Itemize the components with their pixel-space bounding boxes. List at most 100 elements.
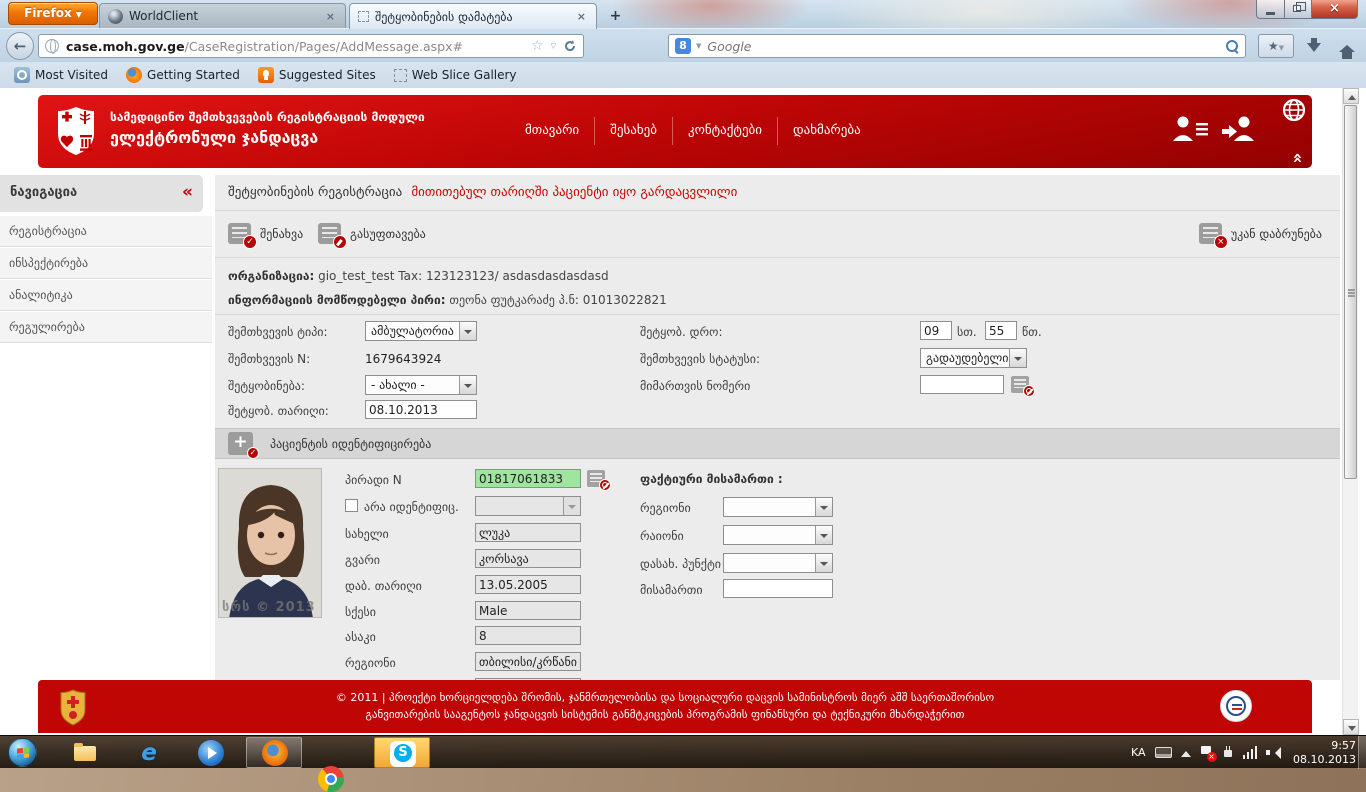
nav-item-about[interactable]: შესახებ (594, 117, 672, 145)
page-scrollbar[interactable] (1342, 88, 1358, 735)
scroll-up-button[interactable] (1343, 88, 1359, 104)
addr-settlement-label: დასახ. პუნქტი (640, 557, 721, 571)
start-button[interactable] (8, 738, 37, 767)
hour-unit-label: სთ. (957, 325, 977, 339)
new-tab-button[interactable]: + (603, 7, 628, 26)
hour-input[interactable] (920, 321, 952, 340)
tab-close-icon[interactable]: × (324, 10, 337, 23)
bookmark-most-visited[interactable]: Most Visited (6, 64, 116, 86)
search-engine-dropdown-icon[interactable]: ▼ (696, 42, 701, 50)
search-bar[interactable]: 8 ▼ (668, 34, 1246, 58)
collapse-header-chevron-icon[interactable]: « (1288, 153, 1308, 162)
tab-add-message[interactable]: შეტყობინების დამატება × (349, 3, 597, 29)
network-signal-icon[interactable] (1243, 746, 1258, 759)
bookmark-getting-started[interactable]: Getting Started (118, 64, 248, 86)
power-icon[interactable] (1222, 746, 1234, 759)
last-name-input[interactable] (475, 549, 581, 568)
chevron-down-icon (459, 376, 476, 394)
photo-watermark: სრს © 2013 (222, 600, 316, 615)
identification-select[interactable] (475, 496, 581, 516)
scroll-down-button[interactable] (1343, 719, 1359, 735)
personal-number-check-icon[interactable] (587, 470, 605, 487)
restore-button[interactable] (1285, 0, 1312, 19)
url-bar[interactable]: case.moh.gov.ge/CaseRegistration/Pages/A… (38, 34, 584, 58)
search-icon[interactable] (1226, 40, 1239, 53)
bookmark-web-slice-gallery[interactable]: Web Slice Gallery (386, 64, 525, 86)
sidebar-item-registration[interactable]: რეგისტრაცია (0, 216, 212, 247)
sidebar-item-regulation[interactable]: რეგულირება (0, 312, 212, 343)
bookmark-label: Suggested Sites (279, 68, 376, 82)
sidebar-collapse-icon[interactable]: « (182, 182, 191, 202)
nav-item-main[interactable]: მთავარი (510, 117, 594, 145)
language-globe-icon[interactable] (1280, 97, 1308, 123)
patient-region-input[interactable] (475, 652, 581, 671)
sex-input[interactable] (475, 601, 581, 620)
tray-clock[interactable]: 9:57 08.10.2013 (1293, 739, 1356, 767)
chrome-taskbar-button[interactable] (318, 766, 344, 792)
referral-check-icon[interactable] (1011, 376, 1029, 393)
site-identity-globe-icon[interactable] (45, 39, 59, 53)
first-name-input[interactable] (475, 523, 581, 542)
sidebar-header: ნავიგაცია « (0, 175, 203, 212)
addr-district-select[interactable] (723, 525, 833, 545)
scrollbar-thumb[interactable] (1344, 105, 1357, 479)
personal-number-label: პირადი N (345, 473, 402, 487)
age-input[interactable] (475, 626, 581, 645)
user-profile-button[interactable] (1170, 113, 1212, 145)
message-date-input[interactable] (365, 400, 477, 419)
explorer-taskbar-button[interactable] (72, 740, 98, 766)
birthdate-input[interactable] (475, 575, 581, 594)
show-bookmarks-button[interactable]: ★▼ (1258, 34, 1294, 58)
home-button[interactable] (1334, 34, 1360, 58)
close-button[interactable]: × (1312, 0, 1358, 19)
actual-address-title: ფაქტიური მისამართი : (640, 472, 783, 486)
not-identified-checkbox[interactable] (345, 499, 358, 512)
media-player-taskbar-button[interactable] (198, 740, 224, 766)
tray-date: 08.10.2013 (1293, 753, 1356, 767)
minimize-button[interactable] (1256, 0, 1285, 19)
go-back-button[interactable]: × უკან დაბრუნება (1199, 223, 1322, 244)
firefox-taskbar-button-active[interactable] (246, 737, 302, 768)
bookmark-star-icon[interactable]: ☆ (531, 38, 544, 54)
google-search-engine-icon[interactable]: 8 (675, 38, 691, 54)
add-patient-icon[interactable]: +✓ (228, 432, 253, 455)
skype-taskbar-button-attention[interactable] (374, 737, 430, 768)
show-desktop-button[interactable] (1358, 736, 1366, 769)
url-dropdown-icon[interactable]: ▽ (551, 42, 556, 50)
tab-worldclient[interactable]: WorldClient × (99, 3, 346, 28)
reload-icon[interactable] (563, 39, 577, 53)
firefox-menu-button[interactable]: Firefox▼ (8, 2, 98, 25)
minute-input[interactable] (985, 321, 1017, 340)
referral-number-input[interactable] (920, 375, 1004, 394)
save-button[interactable]: ✓ შენახვა (228, 223, 303, 244)
most-visited-icon (14, 67, 30, 83)
message-select[interactable]: - ახალი - (365, 375, 477, 395)
logout-button[interactable] (1220, 113, 1262, 145)
downloads-button[interactable] (1302, 34, 1326, 58)
case-type-select[interactable]: ამბულატორია (365, 321, 477, 341)
back-button[interactable]: ← (6, 32, 34, 60)
internet-explorer-taskbar-button[interactable]: e (136, 740, 162, 766)
nav-item-contacts[interactable]: კონტაქტები (672, 117, 777, 145)
volume-icon[interactable] (1266, 746, 1280, 759)
sidebar-item-analytics[interactable]: ანალიტიკა (0, 280, 212, 311)
case-info: ორგანიზაცია: gio_test_test Tax: 12312312… (215, 259, 1340, 315)
case-status-select[interactable]: გადაუდებელი (920, 348, 1027, 368)
language-indicator[interactable]: KA (1131, 746, 1146, 759)
addr-district-label: რაიონი (640, 529, 684, 543)
clear-button[interactable]: გასუფთავება (318, 223, 426, 244)
personal-number-input[interactable] (475, 469, 581, 488)
addr-street-input[interactable] (723, 579, 833, 598)
addr-settlement-select[interactable] (723, 553, 833, 573)
sidebar-item-inspection[interactable]: ინსპექტირება (0, 248, 212, 279)
action-center-flag-icon[interactable] (1200, 746, 1213, 760)
show-hidden-icons-arrow[interactable] (1181, 746, 1191, 757)
nav-item-help[interactable]: დახმარება (777, 117, 876, 145)
informer-value: თეონა ფუტკარაძე პ.ნ: 01013022821 (449, 293, 666, 307)
search-input[interactable] (707, 39, 1226, 54)
addr-region-select[interactable] (723, 497, 833, 517)
bookmark-suggested-sites[interactable]: Suggested Sites (250, 64, 384, 86)
browser-navbar: ← case.moh.gov.ge/CaseRegistration/Pages… (0, 28, 1366, 62)
tab-close-icon[interactable]: × (575, 10, 588, 23)
keyboard-icon[interactable] (1155, 747, 1172, 758)
